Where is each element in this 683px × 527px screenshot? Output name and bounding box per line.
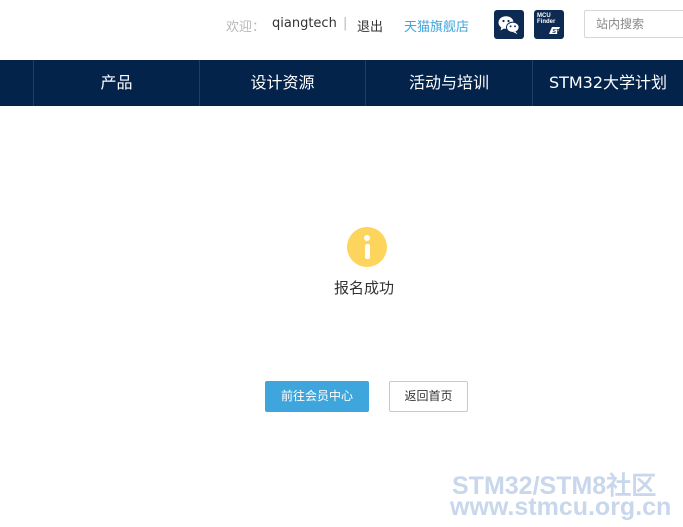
mcu-finder-icon[interactable]: MCU Finder ST xyxy=(534,10,564,39)
watermark-url: www.stmcu.org.cn xyxy=(450,493,672,521)
mcu-finder-line2: Finder xyxy=(537,19,556,25)
username-link[interactable]: qiangtech xyxy=(272,16,337,31)
st-logo-text: ST xyxy=(552,29,560,35)
member-center-button[interactable]: 前往会员中心 xyxy=(265,381,369,412)
info-icon xyxy=(347,227,387,267)
search-input[interactable] xyxy=(585,11,683,37)
st-logo-icon: ST xyxy=(549,27,560,35)
logout-link[interactable]: 退出 xyxy=(357,16,383,35)
main-nav: 产品 设计资源 活动与培训 STM32大学计划 xyxy=(0,60,683,106)
back-home-button[interactable]: 返回首页 xyxy=(389,381,468,412)
nav-item-events-training[interactable]: 活动与培训 xyxy=(366,60,532,106)
welcome-label: 欢迎： xyxy=(226,20,266,35)
success-message: 报名成功 xyxy=(334,279,395,297)
wechat-icon[interactable] xyxy=(494,10,524,39)
nav-item-design-resources[interactable]: 设计资源 xyxy=(200,60,365,106)
tmall-store-link[interactable]: 天猫旗舰店 xyxy=(404,16,469,35)
nav-item-university-program[interactable]: STM32大学计划 xyxy=(533,60,683,106)
top-bar: 欢迎： qiangtech | 退出 天猫旗舰店 MCU Finder ST xyxy=(0,0,683,60)
nav-item-products[interactable]: 产品 xyxy=(34,60,199,106)
site-search[interactable] xyxy=(584,10,683,38)
separator: | xyxy=(343,16,348,31)
